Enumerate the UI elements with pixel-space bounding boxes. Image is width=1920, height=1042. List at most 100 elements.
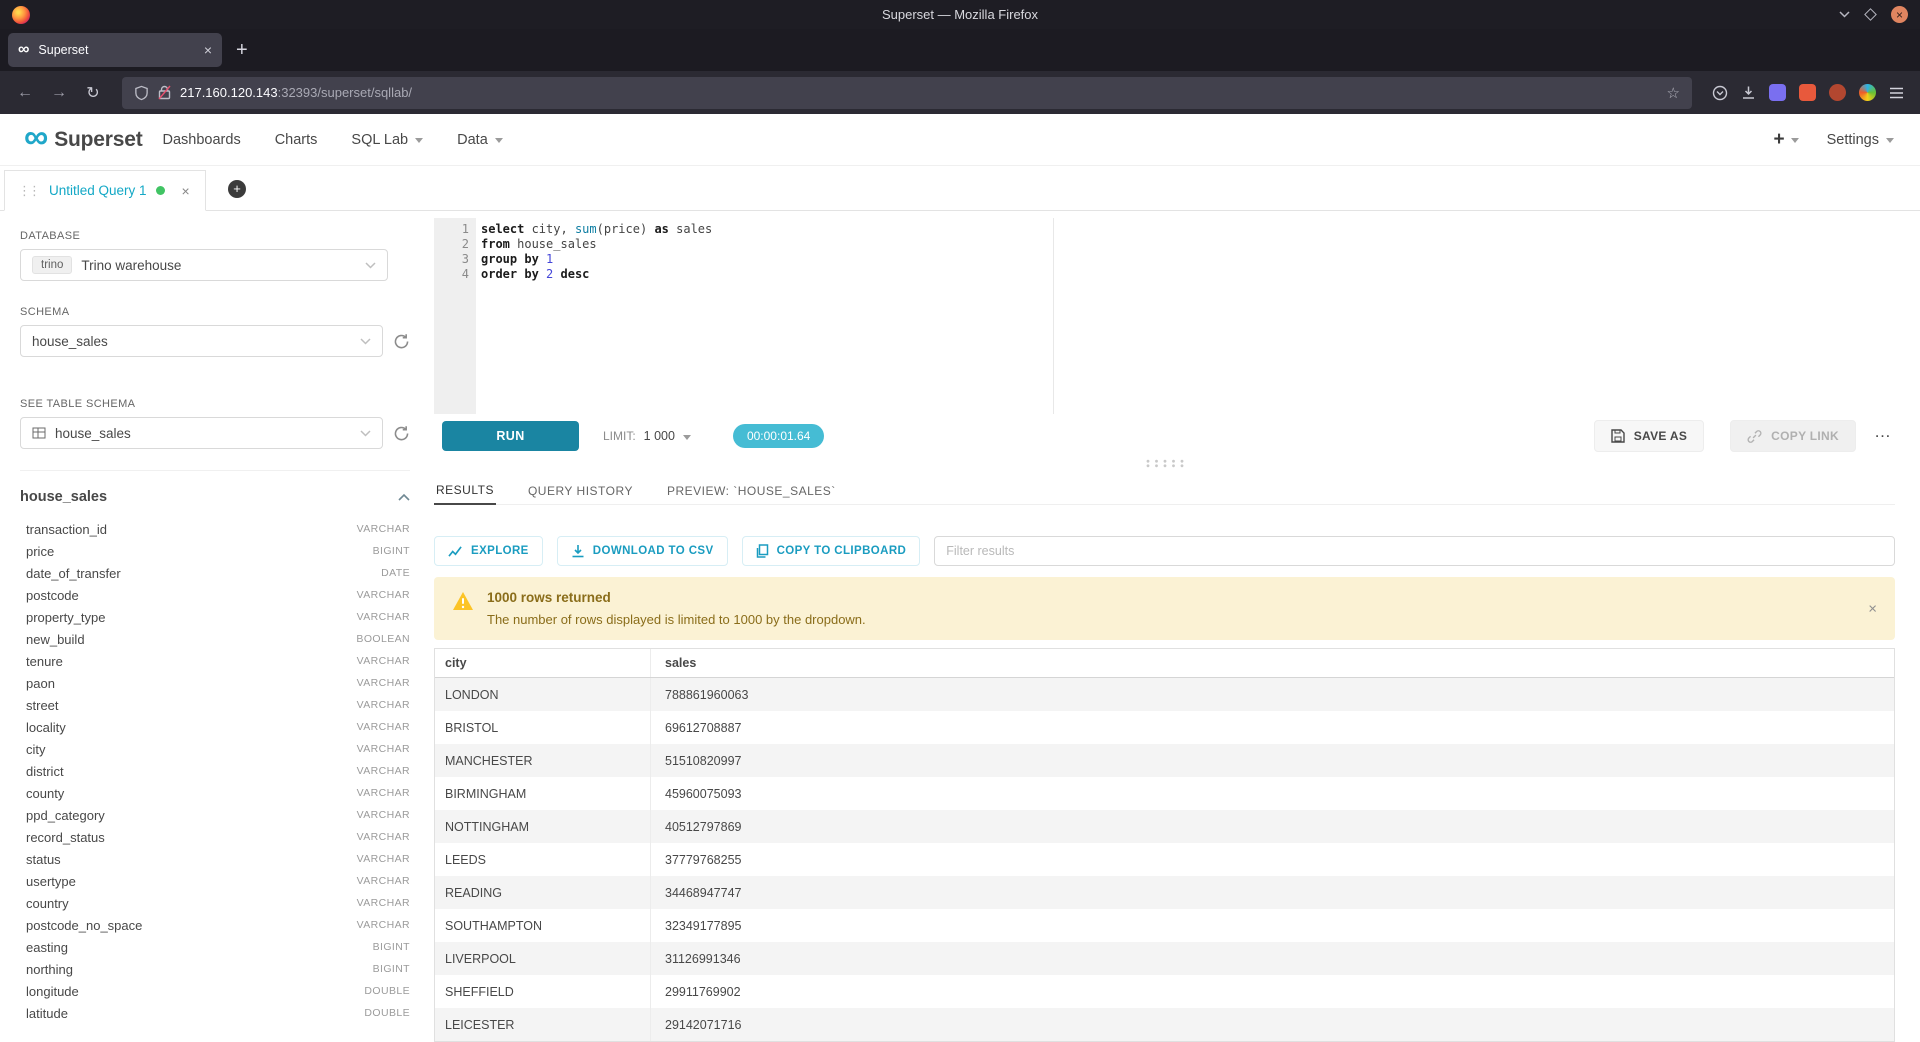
nav-item-data[interactable]: Data: [457, 132, 503, 148]
window-maximize-icon[interactable]: [1864, 8, 1877, 21]
extension-icon-4[interactable]: [1859, 84, 1876, 101]
table-select[interactable]: house_sales: [20, 417, 383, 449]
table-row[interactable]: READING34468947747: [435, 876, 1894, 909]
table-row[interactable]: SHEFFIELD29911769902: [435, 975, 1894, 1008]
nav-item-sql-lab[interactable]: SQL Lab: [351, 132, 423, 148]
table-row[interactable]: BIRMINGHAM45960075093: [435, 777, 1894, 810]
nav-item-dashboards[interactable]: Dashboards: [163, 132, 241, 148]
extension-icon-3[interactable]: [1829, 84, 1846, 101]
schema-select[interactable]: house_sales: [20, 325, 383, 357]
refresh-schema-icon[interactable]: [393, 333, 410, 350]
schema-column-row[interactable]: eastingBIGINT: [20, 936, 410, 958]
downloads-icon[interactable]: [1741, 85, 1756, 100]
table-row[interactable]: SOUTHAMPTON32349177895: [435, 909, 1894, 942]
sql-token: house_sales: [510, 237, 597, 251]
copy-to-clipboard-button[interactable]: COPY TO CLIPBOARD: [742, 536, 921, 566]
schema-column-row[interactable]: postcode_no_spaceVARCHAR: [20, 914, 410, 936]
schema-column-row[interactable]: localityVARCHAR: [20, 716, 410, 738]
table-schema-section: house_sales transaction_idVARCHARpriceBI…: [20, 470, 410, 1024]
table-schema-header[interactable]: house_sales: [20, 489, 410, 505]
menu-icon[interactable]: [1889, 87, 1904, 99]
schema-column-row[interactable]: date_of_transferDATE: [20, 562, 410, 584]
nav-item-charts[interactable]: Charts: [275, 132, 318, 148]
query-tab-close-icon[interactable]: ×: [182, 183, 190, 199]
bookmark-star-icon[interactable]: ☆: [1667, 84, 1680, 102]
new-item-dropdown[interactable]: +: [1773, 129, 1798, 151]
back-icon[interactable]: ←: [10, 84, 40, 102]
extension-icon-2[interactable]: [1799, 84, 1816, 101]
schema-column-row[interactable]: new_buildBOOLEAN: [20, 628, 410, 650]
database-select[interactable]: trino Trino warehouse: [20, 249, 388, 281]
schema-column-row[interactable]: northingBIGINT: [20, 958, 410, 980]
schema-column-row[interactable]: usertypeVARCHAR: [20, 870, 410, 892]
limit-dropdown[interactable]: LIMIT: 1 000: [603, 429, 691, 443]
extension-icon-1[interactable]: [1769, 84, 1786, 101]
window-minimize-icon[interactable]: [1839, 11, 1850, 18]
refresh-table-icon[interactable]: [393, 425, 410, 442]
sql-token: city,: [524, 222, 575, 236]
more-options-button[interactable]: …: [1874, 429, 1891, 444]
filter-results-input[interactable]: [934, 536, 1895, 566]
collapse-icon[interactable]: [398, 493, 410, 501]
results-tab-results[interactable]: RESULTS: [434, 477, 496, 505]
code-line: group by 1: [481, 252, 1895, 267]
line-number: 3: [434, 252, 469, 267]
table-row[interactable]: NOTTINGHAM40512797869: [435, 810, 1894, 843]
schema-column-row[interactable]: postcodeVARCHAR: [20, 584, 410, 606]
schema-column-row[interactable]: countyVARCHAR: [20, 782, 410, 804]
insecure-lock-icon[interactable]: [158, 85, 171, 100]
results-tab-preview-house-sales[interactable]: PREVIEW: `HOUSE_SALES`: [665, 477, 838, 504]
settings-dropdown[interactable]: Settings: [1827, 132, 1894, 148]
alert-close-icon[interactable]: ×: [1868, 600, 1877, 617]
table-row[interactable]: BRISTOL69612708887: [435, 711, 1894, 744]
schema-column-row[interactable]: record_statusVARCHAR: [20, 826, 410, 848]
schema-column-row[interactable]: tenureVARCHAR: [20, 650, 410, 672]
schema-column-row[interactable]: countryVARCHAR: [20, 892, 410, 914]
schema-column-row[interactable]: cityVARCHAR: [20, 738, 410, 760]
schema-column-row[interactable]: paonVARCHAR: [20, 672, 410, 694]
explore-button[interactable]: EXPLORE: [434, 536, 543, 566]
cell-sales: 29911769902: [650, 975, 1894, 1008]
window-close-icon[interactable]: ×: [1891, 6, 1908, 23]
forward-icon[interactable]: →: [44, 84, 74, 102]
run-button[interactable]: RUN: [442, 421, 579, 451]
schema-column-row[interactable]: ppd_categoryVARCHAR: [20, 804, 410, 826]
column-header-sales[interactable]: sales: [650, 649, 1894, 677]
see-table-schema-label: SEE TABLE SCHEMA: [20, 398, 410, 410]
schema-column-row[interactable]: priceBIGINT: [20, 540, 410, 562]
schema-column-row[interactable]: streetVARCHAR: [20, 694, 410, 716]
table-row[interactable]: MANCHESTER51510820997: [435, 744, 1894, 777]
column-header-city[interactable]: city: [435, 656, 650, 670]
pocket-icon[interactable]: [1712, 85, 1728, 101]
url-bar[interactable]: 217.160.120.143:32393/superset/sqllab/ ☆: [122, 77, 1692, 109]
schema-column-row[interactable]: property_typeVARCHAR: [20, 606, 410, 628]
tracking-shield-icon[interactable]: [134, 85, 149, 101]
table-row[interactable]: LIVERPOOL31126991346: [435, 942, 1894, 975]
copy-link-button[interactable]: COPY LINK: [1730, 420, 1856, 452]
schema-column-row[interactable]: longitudeDOUBLE: [20, 980, 410, 1002]
results-tab-query-history[interactable]: QUERY HISTORY: [526, 477, 635, 504]
schema-column-row[interactable]: latitudeDOUBLE: [20, 1002, 410, 1024]
superset-logo[interactable]: ∞ Superset: [24, 125, 143, 154]
editor-code[interactable]: select city, sum(price) as salesfrom hou…: [476, 218, 1895, 414]
schema-columns-list: transaction_idVARCHARpriceBIGINTdate_of_…: [20, 518, 410, 1024]
cell-city: LIVERPOOL: [435, 952, 650, 966]
schema-column-row[interactable]: transaction_idVARCHAR: [20, 518, 410, 540]
drag-handle-icon[interactable]: ⋮⋮: [18, 183, 38, 199]
pane-resize-handle[interactable]: [434, 458, 1895, 468]
new-tab-button[interactable]: +: [222, 39, 262, 62]
reload-icon[interactable]: ↻: [78, 83, 108, 103]
save-as-button[interactable]: SAVE AS: [1594, 420, 1704, 452]
schema-column-row[interactable]: statusVARCHAR: [20, 848, 410, 870]
table-row[interactable]: LEICESTER29142071716: [435, 1008, 1894, 1041]
sql-editor[interactable]: 1234 select city, sum(price) as salesfro…: [434, 218, 1895, 414]
tab-close-icon[interactable]: ×: [204, 42, 212, 58]
query-tab[interactable]: ⋮⋮ Untitled Query 1 ×: [4, 170, 206, 211]
table-row[interactable]: LONDON788861960063: [435, 678, 1894, 711]
schema-column-row[interactable]: districtVARCHAR: [20, 760, 410, 782]
browser-tab[interactable]: ∞ Superset ×: [8, 33, 222, 67]
download-csv-button[interactable]: DOWNLOAD TO CSV: [557, 536, 728, 566]
new-query-button[interactable]: +: [228, 180, 246, 198]
table-row[interactable]: LEEDS37779768255: [435, 843, 1894, 876]
url-text[interactable]: 217.160.120.143:32393/superset/sqllab/: [180, 85, 412, 100]
